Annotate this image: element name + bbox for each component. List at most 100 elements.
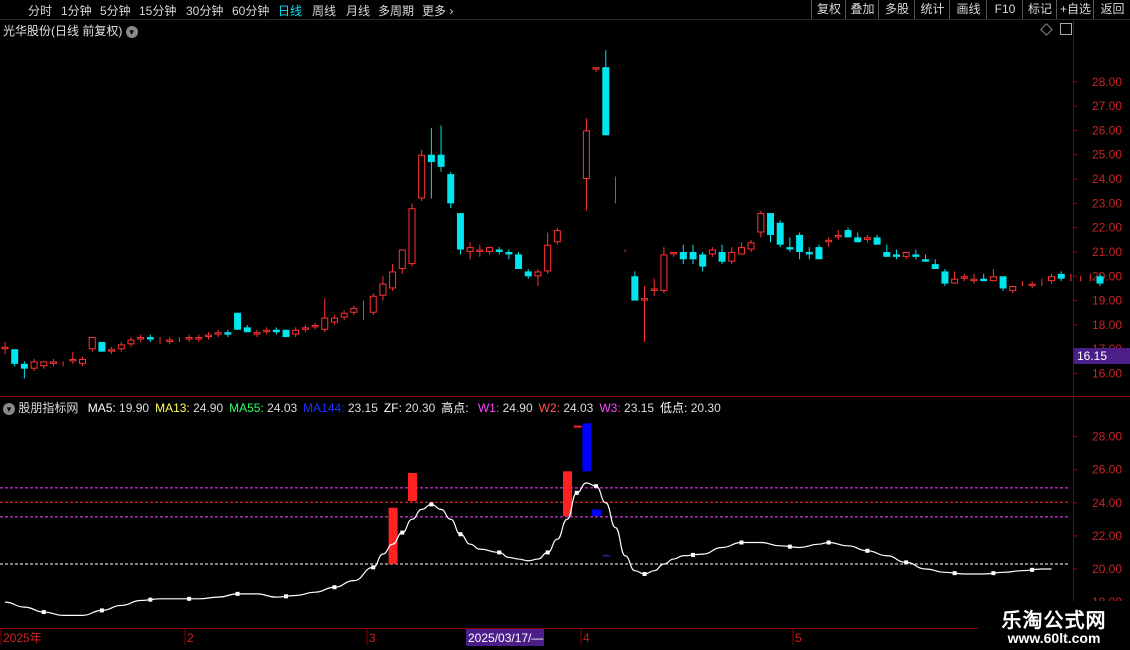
indicator-item-7: W2: (538, 401, 564, 415)
line-marker (235, 591, 240, 596)
candle-body (931, 264, 939, 269)
main-axis-label: 19.00 (1092, 294, 1122, 308)
stock-title-text: 光华股份(日线 前复权) (3, 24, 123, 38)
stock-title[interactable]: 光华股份(日线 前复权) ▾ (3, 22, 138, 39)
toolbar-button-0[interactable]: 复权 (811, 0, 846, 19)
toolbar-button-5[interactable]: F10 (986, 0, 1023, 19)
chart-area[interactable]: 28.00 27.00 26.00 25.00 24.00 23.00 22.00 21.00… (0, 0, 1130, 650)
candle-body (49, 361, 57, 364)
indicator-item-9: 低点: (660, 401, 691, 415)
main-axis-label: 21.00 (1092, 245, 1122, 259)
candle-body (515, 254, 523, 269)
candle-body (631, 276, 639, 301)
candle-body (989, 276, 997, 282)
candle-body (970, 278, 978, 282)
candle-body (88, 337, 96, 350)
toolbar-button-8[interactable]: 返回 (1093, 0, 1130, 19)
candle-body (253, 332, 261, 335)
candle-body (834, 234, 842, 238)
line-marker (284, 594, 289, 599)
period-tab-4[interactable]: 30分钟 (186, 2, 223, 19)
candle-body (486, 247, 493, 252)
line-marker (371, 565, 376, 570)
candle-body (79, 358, 87, 364)
line-marker (332, 585, 337, 590)
chevron-down-icon[interactable]: ▾ (3, 402, 15, 415)
x-axis-label: 2 (187, 631, 194, 645)
indicator-value-1: 24.90 (193, 401, 224, 415)
candle-body (892, 254, 900, 257)
candle-body (863, 237, 871, 240)
candle-body (437, 154, 445, 167)
period-tab-8[interactable]: 月线 (346, 2, 370, 19)
candle-body (757, 213, 765, 233)
candle-body (408, 208, 416, 265)
indicator-name[interactable]: 股朋指标网 (18, 401, 78, 415)
candle-body (476, 249, 484, 252)
signal-bar (407, 472, 417, 502)
line-marker (642, 571, 647, 576)
period-tab-1[interactable]: 1分钟 (61, 2, 92, 19)
line-marker (41, 610, 46, 615)
candle-body (263, 329, 271, 333)
candle-body (98, 341, 106, 352)
candle-body (195, 337, 203, 340)
candle-body (873, 237, 881, 245)
ind-axis-label: 20.00 (1092, 562, 1122, 576)
period-tab-0[interactable]: 分时 (28, 2, 52, 19)
indicator-item-4: ZF: (383, 401, 406, 415)
line-marker (865, 548, 870, 553)
toolbar-button-3[interactable]: 统计 (914, 0, 950, 19)
indicator-value-2: 24.03 (267, 401, 298, 415)
period-tab-6[interactable]: 日线 (278, 2, 302, 19)
candle-body (40, 361, 48, 367)
period-tab-7[interactable]: 周线 (312, 2, 336, 19)
toolbar-button-7[interactable]: +自选 (1056, 0, 1094, 19)
chevron-down-icon[interactable]: ▾ (125, 25, 138, 38)
toolbar-button-1[interactable]: 叠加 (845, 0, 879, 19)
candle-body (204, 334, 212, 338)
line-marker (1030, 567, 1035, 572)
main-axis-label: 16.00 (1092, 367, 1122, 381)
toolbar-button-4[interactable]: 画线 (949, 0, 987, 19)
watermark-title: 乐淘公式网 (1001, 610, 1107, 632)
period-tab-5[interactable]: 60分钟 (232, 2, 269, 19)
line-marker (787, 544, 792, 549)
indicator-value-4: 20.30 (405, 401, 436, 415)
line-marker (904, 560, 909, 565)
candle-body (602, 67, 610, 136)
watermark: 乐淘公式网 www.60lt.com (978, 601, 1130, 650)
period-tab-2[interactable]: 5分钟 (100, 2, 131, 19)
candle-body (776, 222, 784, 245)
candle-body (389, 271, 397, 289)
candle-body (330, 317, 338, 323)
candle-body (796, 234, 804, 252)
candle-body (922, 259, 930, 262)
indicator-value-8: 23.15 (624, 401, 655, 415)
indicator-value-9: 20.30 (690, 401, 721, 415)
toolbar-button-6[interactable]: 标记 (1022, 0, 1057, 19)
candle-body (718, 251, 726, 262)
toolbar-button-2[interactable]: 多股 (878, 0, 915, 19)
candle-body (999, 276, 1007, 289)
window-icon[interactable] (1060, 23, 1072, 35)
indicator-item-1: MA13: (155, 401, 194, 415)
candle-body (786, 247, 794, 250)
period-tab-3[interactable]: 15分钟 (139, 2, 176, 19)
candle-body (224, 332, 232, 335)
line-marker (458, 532, 463, 537)
ind-axis-label: 26.00 (1092, 463, 1122, 477)
period-tab-10[interactable]: 更多 › (422, 2, 453, 19)
main-axis-label: 24.00 (1092, 172, 1122, 186)
candle-body (272, 329, 280, 333)
line-marker (690, 552, 695, 557)
candle-body (767, 213, 775, 235)
line-marker (400, 530, 405, 535)
period-tab-9[interactable]: 多周期 (378, 2, 414, 19)
candle-body (398, 249, 406, 269)
x-axis-label: 5 (795, 631, 802, 645)
candle-body (960, 276, 968, 279)
indicator-value-6: 24.90 (502, 401, 533, 415)
candle-body (679, 251, 687, 260)
x-axis-label: 2025/03/17/— (468, 631, 543, 645)
